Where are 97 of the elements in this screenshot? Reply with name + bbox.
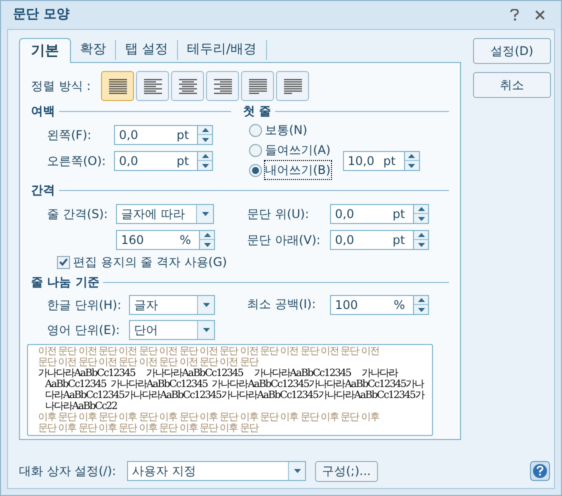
configure-button[interactable]: 구성(;)... <box>315 460 378 482</box>
down-arrow-icon <box>418 242 424 246</box>
dialog-button[interactable]: 취소 <box>473 72 551 98</box>
dropdown[interactable]: 글자 <box>129 295 215 315</box>
dialog-button[interactable]: 설정(D) <box>473 38 551 64</box>
preview-text: AaBbCc12345 가나다라AaBbCc12345 가나다라AaBbCc12345가나다라AaBbCc12345가나 <box>44 379 424 390</box>
spin-down-button[interactable] <box>200 240 214 249</box>
dropdown[interactable]: 사용자 지정 <box>127 461 306 481</box>
down-arrow-icon <box>408 164 416 168</box>
dropdown[interactable]: 단어 <box>129 320 215 340</box>
align-icon <box>142 78 164 94</box>
section-title: 첫 줄 <box>243 104 272 119</box>
down-arrow-icon <box>204 242 210 246</box>
align-icon <box>106 78 128 94</box>
radio-label: 보통(N) <box>265 122 308 139</box>
checkbox[interactable] <box>57 256 70 268</box>
field-label: 최소 공백(I): <box>247 296 317 313</box>
field-label: 줄 간격(S): <box>47 206 109 223</box>
field-label: 한글 단위(H): <box>47 297 122 314</box>
spin-up-button[interactable] <box>404 152 419 161</box>
tab[interactable]: 확장 <box>71 40 116 60</box>
spin-down-button[interactable] <box>404 161 419 170</box>
spin-down-button[interactable] <box>198 161 212 170</box>
help-icon[interactable] <box>510 9 519 21</box>
spin-up-button[interactable] <box>198 126 212 135</box>
tab[interactable]: 탭 설정 <box>116 40 178 60</box>
down-arrow-icon <box>202 138 208 142</box>
spin-down-button[interactable] <box>198 135 212 144</box>
number-field[interactable]: 160 % <box>116 230 200 250</box>
caret-icon <box>202 212 208 216</box>
align-button[interactable] <box>276 71 309 101</box>
spin-down-button[interactable] <box>414 240 428 249</box>
down-arrow-icon <box>202 164 208 168</box>
help-icon[interactable] <box>530 461 550 481</box>
preview-text: 다라AaBbCc12345가나다라AaBbCc12345가나다라AaBbCc12345가나다라AaBbCc12345가 <box>44 390 424 401</box>
down-arrow-icon <box>418 308 424 312</box>
radio-button[interactable] <box>249 144 262 156</box>
preview-text: 문단 이후 문단 이후 문단 이후 문단 이후 문단 이후 문단 <box>38 423 258 434</box>
spin-down-button[interactable] <box>414 305 428 314</box>
align-button[interactable] <box>241 71 274 101</box>
align-icon <box>212 78 234 94</box>
up-arrow-icon <box>202 128 208 132</box>
field-label: 문단 아래(V): <box>247 232 322 249</box>
preview-text: 문단 이전 문단 이전 문단 이전 문단 이전 문단 이전 문단 <box>38 357 258 368</box>
section-title: 간격 <box>31 183 55 198</box>
up-arrow-icon <box>418 298 424 302</box>
align-icon <box>176 78 198 94</box>
align-button[interactable] <box>136 71 169 101</box>
up-arrow-icon <box>408 154 416 158</box>
field-label: 영어 단위(E): <box>47 322 121 339</box>
align-button[interactable] <box>101 71 134 101</box>
preview-text: 이전 문단 이전 문단 이전 문단 이전 문단 이전 문단 이전 문단 이전 문단 이전 문단 이전 <box>38 346 379 357</box>
align-button[interactable] <box>206 71 239 101</box>
preview-text: 이후 문단 이후 문단 이후 문단 이후 문단 이후 문단 이후 문단 이후 문단 이후 문단 이후 <box>38 412 379 423</box>
spin-up-button[interactable] <box>414 296 428 305</box>
number-field[interactable]: 100 % <box>330 295 414 315</box>
field-label: 문단 위(U): <box>247 206 310 223</box>
radio-label: 들여쓰기(A) <box>265 142 331 159</box>
field-label: 대화 상자 설정(/): <box>19 463 118 480</box>
spin-up-button[interactable] <box>200 231 214 240</box>
spin-up-button[interactable] <box>414 231 428 240</box>
number-field[interactable]: 0,0 pt <box>114 125 198 145</box>
dropdown[interactable]: 글자에 따라 <box>116 204 214 224</box>
section-title: 여백 <box>31 104 55 119</box>
close-icon[interactable] <box>535 10 545 20</box>
number-field[interactable]: 0,0 pt <box>330 204 414 224</box>
preview-text: 가나다라AaBbCc12345 가나다라AaBbCc12345 가나다라AaBbCc12345 가나다라 <box>38 368 398 379</box>
spin-up-button[interactable] <box>414 205 428 214</box>
align-icon <box>282 78 304 94</box>
preview-text: 나다라AaBbCc22 <box>44 401 117 412</box>
field-label: 왼쪽(F): <box>47 127 92 144</box>
up-arrow-icon <box>418 207 424 211</box>
align-icon <box>246 78 268 94</box>
align-button[interactable] <box>171 71 204 101</box>
section-title: 줄 나눔 기준 <box>31 275 100 290</box>
caret-icon <box>294 469 300 473</box>
caret-icon <box>202 303 210 307</box>
radio-button[interactable] <box>249 164 262 176</box>
radio-button[interactable] <box>249 124 262 136</box>
up-arrow-icon <box>202 154 208 158</box>
number-field[interactable]: 0,0 pt <box>114 151 198 171</box>
checkmark-icon <box>59 258 68 266</box>
number-field[interactable]: 10,0 pt <box>342 151 405 171</box>
up-arrow-icon <box>204 233 210 237</box>
tab[interactable]: 기본 <box>19 38 71 63</box>
field-label: 오른쪽(O): <box>47 153 107 170</box>
radio-label: 내어쓰기(B) <box>265 161 331 179</box>
window-title: 문단 모양 <box>13 6 70 24</box>
down-arrow-icon <box>418 216 424 220</box>
spin-down-button[interactable] <box>414 214 428 223</box>
field-label: 정렬 방식 : <box>31 78 92 95</box>
checkbox-label: 편집 용지의 줄 격자 사용(G) <box>73 254 227 271</box>
spin-up-button[interactable] <box>198 152 212 161</box>
up-arrow-icon <box>418 233 424 237</box>
number-field[interactable]: 0,0 pt <box>330 230 414 250</box>
tab[interactable]: 테두리/배경 <box>178 40 267 60</box>
caret-icon <box>202 328 210 332</box>
